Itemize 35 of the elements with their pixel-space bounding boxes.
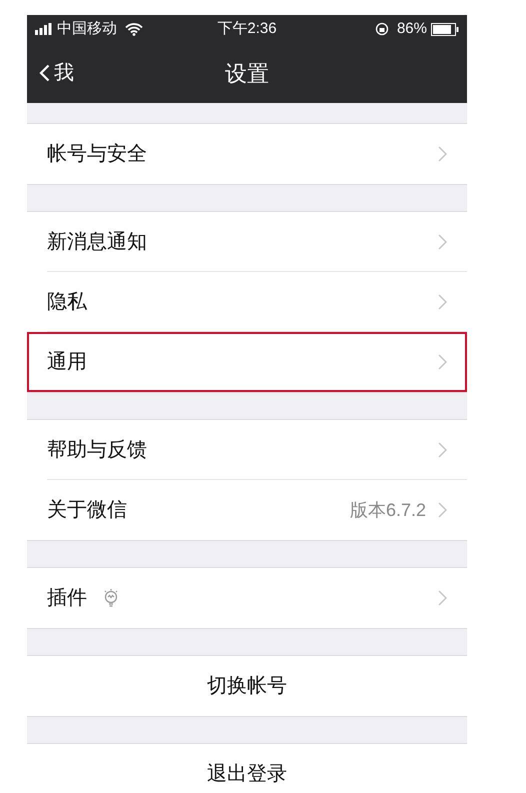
settings-row[interactable]: 关于微信 版本6.7.2 [27, 480, 467, 540]
lightbulb-icon [103, 589, 119, 607]
row-label: 新消息通知 [47, 230, 147, 255]
chevron-icon [438, 502, 447, 518]
back-button[interactable]: 我 [27, 58, 74, 88]
chevron-icon [438, 234, 447, 250]
rotation-lock-icon [374, 22, 389, 36]
action-button[interactable]: 退出登录 [27, 744, 467, 793]
settings-row[interactable]: 通用 [27, 332, 467, 392]
row-label: 通用 [47, 350, 87, 375]
row-label: 隐私 [47, 290, 87, 315]
row-label: 帐号与安全 [47, 142, 147, 167]
action-button[interactable]: 切换帐号 [27, 656, 467, 716]
page-title: 设置 [225, 60, 269, 88]
chevron-icon [438, 354, 447, 370]
signal-icon [35, 23, 53, 35]
row-label: 插件 [47, 586, 87, 611]
chevron-icon [438, 146, 447, 162]
chevron-icon [438, 442, 447, 458]
chevron-icon [438, 590, 447, 606]
settings-row[interactable]: 帮助与反馈 [27, 420, 467, 480]
settings-row[interactable]: 帐号与安全 [27, 124, 467, 184]
battery-percent: 86% [396, 18, 427, 39]
settings-row[interactable]: 插件 [27, 568, 467, 628]
row-label: 帮助与反馈 [47, 438, 147, 463]
battery-icon [431, 22, 459, 36]
settings-row[interactable]: 新消息通知 [27, 212, 467, 272]
row-value: 版本6.7.2 [350, 498, 426, 522]
wifi-icon [125, 22, 143, 36]
status-time: 下午2:36 [216, 18, 278, 39]
carrier-name: 中国移动 [57, 18, 117, 39]
row-label: 关于微信 [47, 498, 127, 523]
back-chevron-icon [39, 64, 50, 82]
chevron-icon [438, 294, 447, 310]
settings-row[interactable]: 隐私 [27, 272, 467, 332]
